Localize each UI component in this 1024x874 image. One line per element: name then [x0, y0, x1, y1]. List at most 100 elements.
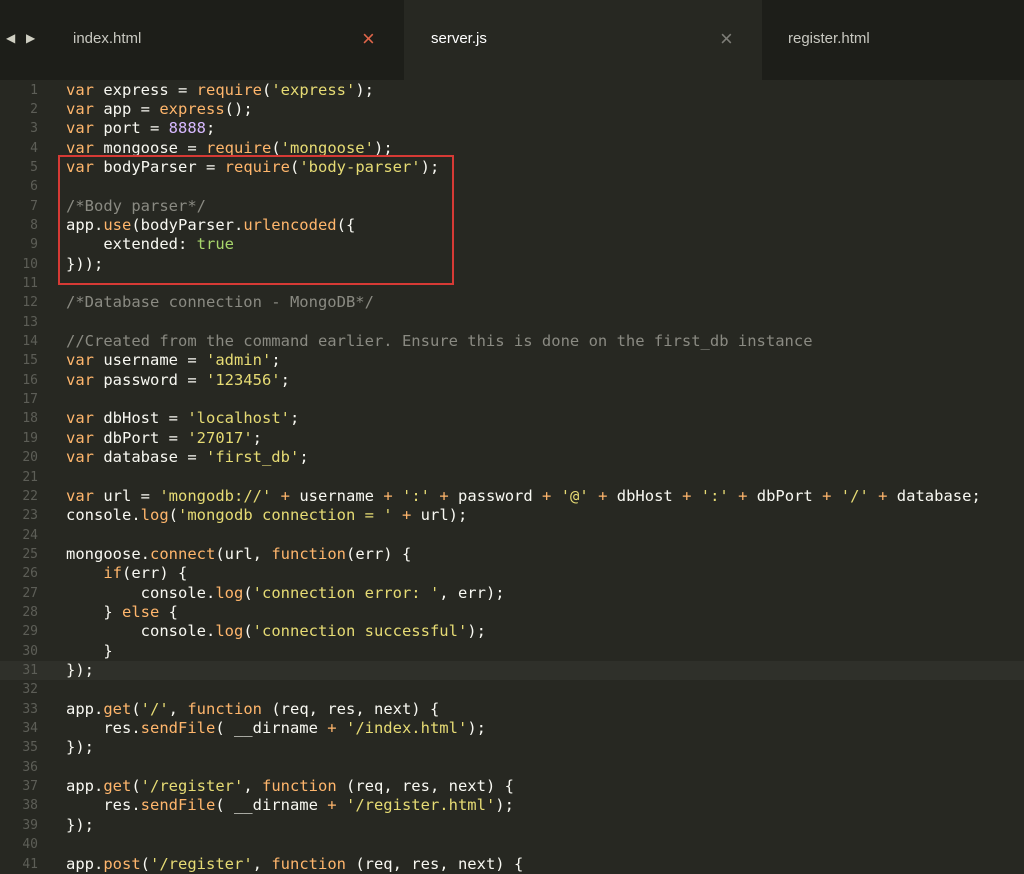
code-line[interactable]: 5 var bodyParser = require('body-parser')… [0, 158, 1024, 177]
line-number: 23 [22, 508, 38, 524]
line-number: 36 [22, 759, 38, 775]
tab-navigation: ◀ ▶ [4, 31, 44, 49]
tab-server-js[interactable]: server.js × [404, 0, 762, 80]
code-line[interactable]: 13 [0, 313, 1024, 332]
code-line[interactable]: 1 var express = require('express'); [0, 81, 1024, 100]
line-number: 41 [22, 856, 38, 872]
code-text: res.sendFile( __dirname + '/index.html')… [66, 719, 486, 738]
code-text: app.get('/', function (req, res, next) { [66, 699, 440, 718]
line-number: 9 [30, 237, 38, 253]
line-number: 2 [30, 101, 38, 117]
chevron-right-icon[interactable]: ▶ [26, 31, 35, 45]
line-number: 1 [30, 82, 38, 98]
chevron-left-icon[interactable]: ◀ [6, 31, 15, 45]
code-line[interactable]: 22 var url = 'mongodb://' + username + ':… [0, 487, 1024, 506]
code-line[interactable]: 16 var password = '123456'; [0, 371, 1024, 390]
line-number: 11 [22, 276, 38, 291]
code-text: var express = require('express'); [66, 80, 374, 99]
code-line[interactable]: 10})); [0, 255, 1024, 274]
line-number: 27 [22, 585, 38, 601]
code-line[interactable]: 39}); [0, 816, 1024, 835]
close-icon[interactable]: × [720, 28, 733, 50]
line-number: 8 [30, 217, 38, 233]
line-number: 15 [22, 353, 38, 369]
code-line[interactable]: 23 console.log('mongodb connection = ' + … [0, 506, 1024, 525]
code-text: console.log('connection error: ', err); [66, 583, 505, 602]
code-text: mongoose.connect(url, function(err) { [66, 544, 412, 563]
code-line[interactable]: 34 res.sendFile( __dirname + '/index.htm… [0, 719, 1024, 738]
code-text: } else { [66, 602, 178, 621]
line-number: 38 [22, 798, 38, 814]
code-line[interactable]: 9 extended: true [0, 235, 1024, 254]
tab-label: index.html [73, 30, 142, 47]
code-line[interactable]: 2 var app = express(); [0, 100, 1024, 119]
code-line[interactable]: 32 [0, 680, 1024, 699]
code-line[interactable]: 27 console.log('connection error: ', err… [0, 584, 1024, 603]
tab-label: register.html [788, 30, 870, 47]
code-line[interactable]: 7 /*Body parser*/ [0, 197, 1024, 216]
line-number: 35 [22, 740, 38, 756]
code-line[interactable]: 6 [0, 177, 1024, 196]
code-line[interactable]: 8 app.use(bodyParser.urlencoded({ [0, 216, 1024, 235]
line-number: 16 [22, 372, 38, 388]
line-number: 22 [22, 488, 38, 504]
line-number: 19 [22, 430, 38, 446]
code-line[interactable]: 28 } else { [0, 603, 1024, 622]
code-line[interactable]: 29 console.log('connection successful'); [0, 622, 1024, 641]
code-line[interactable]: 3 var port = 8888; [0, 119, 1024, 138]
code-line[interactable]: 20 var database = 'first_db'; [0, 448, 1024, 467]
line-number: 6 [30, 179, 38, 195]
code-line[interactable]: 25 mongoose.connect(url, function(err) { [0, 545, 1024, 564]
tab-register-html[interactable]: register.html [762, 0, 1024, 80]
code-text: extended: true [66, 235, 234, 254]
code-line[interactable]: 26 if(err) { [0, 564, 1024, 583]
tab-index-html[interactable]: index.html × [44, 0, 404, 80]
code-line[interactable]: 36 [0, 758, 1024, 777]
code-text: }); [66, 815, 94, 834]
line-number: 5 [30, 159, 38, 175]
code-text: var password = '123456'; [66, 370, 290, 389]
code-line[interactable]: 14 //Created from the command earlier. En… [0, 332, 1024, 351]
line-number: 3 [30, 121, 38, 137]
line-number: 29 [22, 624, 38, 640]
code-text: }); [66, 738, 94, 757]
code-line[interactable]: 19 var dbPort = '27017'; [0, 429, 1024, 448]
code-text: res.sendFile( __dirname + '/register.htm… [66, 796, 514, 815]
code-text: app.post('/register', function (req, res… [66, 854, 524, 873]
line-number: 21 [22, 469, 38, 485]
code-line[interactable]: 24 [0, 526, 1024, 545]
code-line[interactable]: 38 res.sendFile( __dirname + '/register.… [0, 796, 1024, 815]
tab-bar: ◀ ▶ index.html × server.js × register.ht… [0, 0, 1024, 80]
code-line[interactable]: 18 var dbHost = 'localhost'; [0, 409, 1024, 428]
line-number: 34 [22, 721, 38, 737]
code-line[interactable]: 30 } [0, 642, 1024, 661]
code-text: app.get('/register', function (req, res,… [66, 777, 514, 796]
code-line[interactable]: 37 app.get('/register', function (req, re… [0, 777, 1024, 796]
line-number: 26 [22, 566, 38, 582]
code-line[interactable]: 12 /*Database connection - MongoDB*/ [0, 293, 1024, 312]
code-text: /*Database connection - MongoDB*/ [66, 293, 374, 312]
line-number: 32 [22, 682, 38, 698]
code-text: var database = 'first_db'; [66, 448, 309, 467]
code-line[interactable]: 4 var mongoose = require('mongoose'); [0, 139, 1024, 158]
code-line[interactable]: 21 [0, 468, 1024, 487]
code-text: /*Body parser*/ [66, 196, 206, 215]
code-line[interactable]: 41 app.post('/register', function (req, r… [0, 855, 1024, 874]
line-number: 25 [22, 546, 38, 562]
code-line[interactable]: 11 [0, 274, 1024, 293]
code-text: if(err) { [103, 564, 188, 583]
line-number: 13 [22, 314, 38, 330]
code-line[interactable]: 35}); [0, 738, 1024, 757]
code-line[interactable]: 33 app.get('/', function (req, res, next)… [0, 700, 1024, 719]
code-text: var port = 8888; [66, 119, 216, 138]
code-text: var url = 'mongodb://' + username + ':' … [66, 486, 981, 505]
code-line[interactable]: 15 var username = 'admin'; [0, 351, 1024, 370]
line-number: 33 [22, 701, 38, 717]
code-line[interactable]: 17 [0, 390, 1024, 409]
code-editor[interactable]: 1 var express = require('express'); 2 var a… [0, 80, 1024, 873]
close-icon[interactable]: × [362, 28, 375, 50]
code-line[interactable]: 31}); [0, 661, 1024, 681]
code-text: var mongoose = require('mongoose'); [66, 138, 393, 157]
code-line[interactable]: 40 [0, 835, 1024, 854]
line-number: 39 [22, 817, 38, 833]
